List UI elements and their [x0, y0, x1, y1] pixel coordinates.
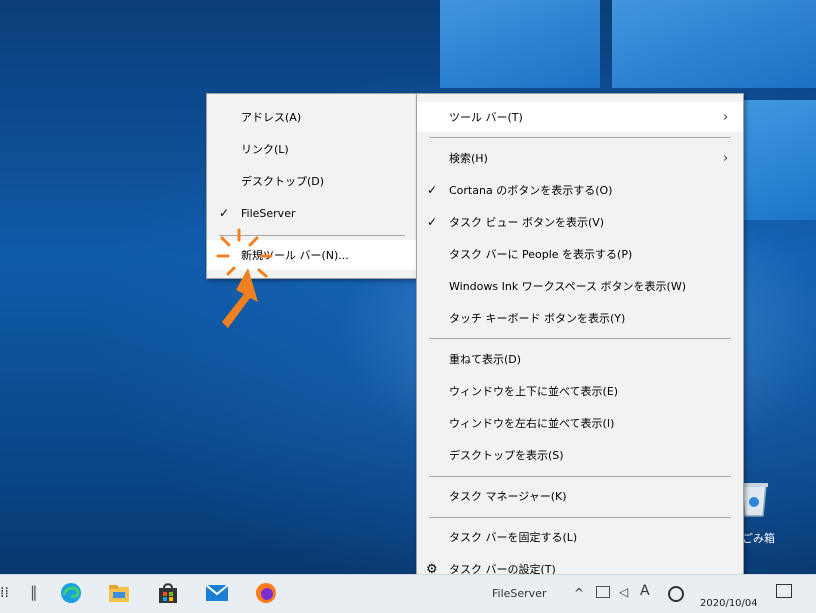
menu-separator	[429, 338, 731, 339]
check-icon: ✓	[427, 215, 438, 229]
menu-separator	[429, 137, 731, 138]
menu-item-lock-taskbar[interactable]: タスク バーを固定する(L)	[417, 522, 743, 552]
clock-date[interactable]: 2020/10/04	[700, 598, 758, 609]
window-light-pane	[612, 0, 816, 88]
menu-item-taskview[interactable]: ✓ タスク ビュー ボタンを表示(V)	[417, 207, 743, 237]
submenu-item-label: リンク(L)	[241, 143, 289, 156]
volume-icon[interactable]: ◁	[619, 585, 628, 599]
menu-item-label: ツール バー(T)	[449, 111, 523, 124]
submenu-item-desktop[interactable]: デスクトップ(D)	[207, 166, 417, 196]
menu-separator	[429, 517, 731, 518]
toolbar-divider-icon: ‖	[30, 583, 38, 601]
chevron-right-icon: ›	[723, 109, 729, 125]
menu-item-ink[interactable]: Windows Ink ワークスペース ボタンを表示(W)	[417, 271, 743, 301]
menu-item-task-manager[interactable]: タスク マネージャー(K)	[417, 481, 743, 511]
network-icon[interactable]	[596, 586, 610, 598]
menu-item-label: タスク バーに People を表示する(P)	[449, 248, 633, 261]
click-highlight-icon	[216, 228, 273, 328]
submenu-item-address[interactable]: アドレス(A)	[207, 102, 417, 132]
action-center-icon[interactable]	[776, 584, 792, 598]
submenu-item-links[interactable]: リンク(L)	[207, 134, 417, 164]
chevron-right-icon: ›	[723, 150, 729, 166]
menu-item-cortana[interactable]: ✓ Cortana のボタンを表示する(O)	[417, 175, 743, 205]
check-icon: ✓	[427, 183, 438, 197]
submenu-item-label: アドレス(A)	[241, 111, 302, 124]
pointer-arrow-icon	[222, 268, 258, 328]
menu-item-label: 検索(H)	[449, 152, 488, 165]
menu-item-touch-keyboard[interactable]: タッチ キーボード ボタンを表示(Y)	[417, 303, 743, 333]
taskbar-handle-icon: ⁞⁞	[0, 585, 9, 601]
menu-item-search[interactable]: 検索(H) ›	[417, 143, 743, 173]
menu-item-label: タッチ キーボード ボタンを表示(Y)	[449, 312, 626, 325]
menu-item-label: ウィンドウを左右に並べて表示(I)	[449, 417, 615, 430]
taskbar-toolbar-fileserver[interactable]: FileServer	[492, 587, 546, 600]
menu-item-label: Windows Ink ワークスペース ボタンを表示(W)	[449, 280, 686, 293]
ime-indicator[interactable]: A	[640, 583, 650, 599]
window-light-pane	[742, 100, 816, 220]
firefox-icon[interactable]	[253, 580, 279, 606]
notification-status-icon[interactable]	[668, 586, 684, 602]
edge-icon[interactable]	[58, 580, 84, 606]
menu-item-label: Cortana のボタンを表示する(O)	[449, 184, 613, 197]
menu-item-label: タスク ビュー ボタンを表示(V)	[449, 216, 605, 229]
menu-item-show-desktop[interactable]: デスクトップを表示(S)	[417, 440, 743, 470]
taskbar-context-menu: ツール バー(T) › 検索(H) › ✓ Cortana のボタンを表示する(…	[416, 93, 744, 595]
window-light-pane	[440, 0, 600, 88]
mail-icon[interactable]	[204, 580, 230, 606]
menu-item-label: タスク マネージャー(K)	[449, 490, 567, 503]
menu-item-toolbars[interactable]: ツール バー(T) ›	[417, 102, 743, 132]
menu-item-people[interactable]: タスク バーに People を表示する(P)	[417, 239, 743, 269]
menu-item-label: 重ねて表示(D)	[449, 353, 522, 366]
menu-separator	[429, 476, 731, 477]
check-icon: ✓	[219, 206, 230, 220]
menu-item-label: ウィンドウを上下に並べて表示(E)	[449, 385, 619, 398]
menu-item-stack[interactable]: ウィンドウを上下に並べて表示(E)	[417, 376, 743, 406]
store-icon[interactable]	[155, 580, 181, 606]
submenu-item-label: デスクトップ(D)	[241, 175, 325, 188]
menu-item-cascade[interactable]: 重ねて表示(D)	[417, 344, 743, 374]
recycle-bin-label: ごみ箱	[742, 532, 775, 545]
menu-item-label: デスクトップを表示(S)	[449, 449, 564, 462]
chevron-up-icon[interactable]: ^	[574, 586, 584, 600]
file-explorer-icon[interactable]	[106, 580, 132, 606]
menu-item-label: タスク バーを固定する(L)	[449, 531, 578, 544]
submenu-item-label: FileServer	[241, 206, 296, 220]
menu-item-side-by-side[interactable]: ウィンドウを左右に並べて表示(I)	[417, 408, 743, 438]
submenu-item-fileserver[interactable]: ✓ FileServer	[207, 198, 417, 228]
